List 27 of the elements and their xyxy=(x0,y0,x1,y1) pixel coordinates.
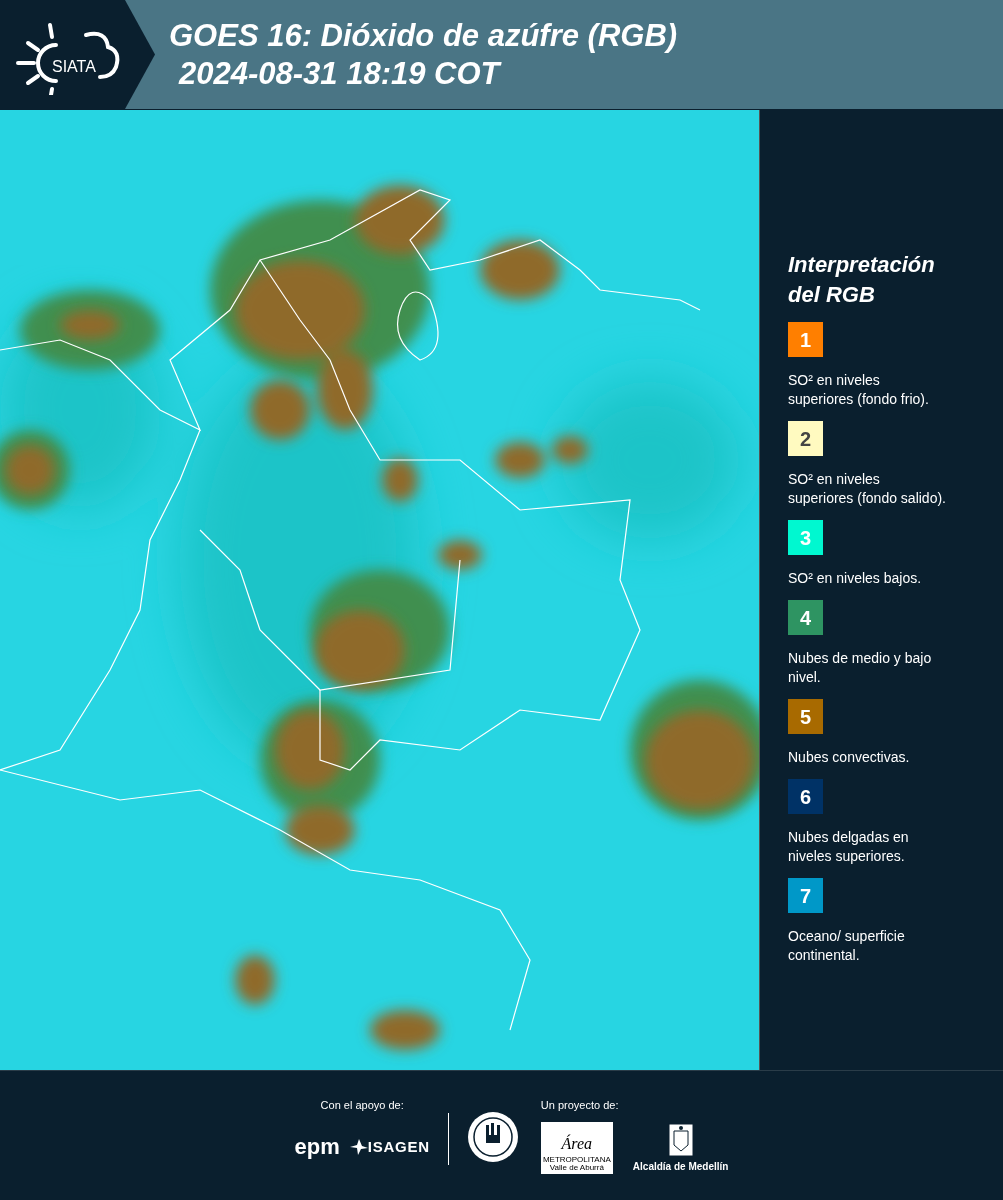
support-label: Con el apoyo de: xyxy=(320,1098,404,1113)
legend-swatch: 5 xyxy=(788,699,823,734)
legend-swatch: 7 xyxy=(788,878,823,913)
legend-description: Nubes delgadas en niveles superiores. xyxy=(788,828,910,866)
area-metropolitana-logo: Área METROPOLITANA Valle de Aburrá xyxy=(540,1121,613,1174)
legend-swatch: 2 xyxy=(788,421,823,456)
project-label: Un proyecto de: xyxy=(540,1098,620,1113)
page-title: GOES 16: Dióxido de azúfre (RGB) xyxy=(169,16,678,55)
legend-swatch: 6 xyxy=(788,779,823,814)
legend-swatch: 3 xyxy=(788,520,823,555)
legend-description: Nubes convectivas. xyxy=(788,748,911,767)
alcaldia-logo-text: Alcaldía de Medellín xyxy=(632,1159,729,1174)
isagen-symbol-icon xyxy=(349,1138,368,1155)
legend-description: SO² en niveles superiores (fondo salido). xyxy=(788,470,947,508)
timestamp: 2024-08-31 18:19 COT xyxy=(177,54,503,93)
legend-description: SO² en niveles bajos. xyxy=(788,569,923,588)
legend-description: SO² en niveles superiores (fondo frio). xyxy=(788,371,930,409)
legend-description: Nubes de medio y bajo nivel. xyxy=(788,649,933,687)
legend-description: Oceano/ superficie continental. xyxy=(788,927,906,965)
logo-text: SIATA xyxy=(52,56,96,77)
coat-of-arms-icon xyxy=(667,1122,694,1157)
epm-logo: epm xyxy=(294,1135,340,1158)
legend-swatch: 1 xyxy=(788,322,823,357)
legend-title: Interpretación del RGB xyxy=(788,251,936,309)
isagen-logo: ISAGEN xyxy=(367,1136,430,1157)
seal-emblem-icon xyxy=(466,1111,519,1163)
legend-swatch: 4 xyxy=(788,600,823,635)
